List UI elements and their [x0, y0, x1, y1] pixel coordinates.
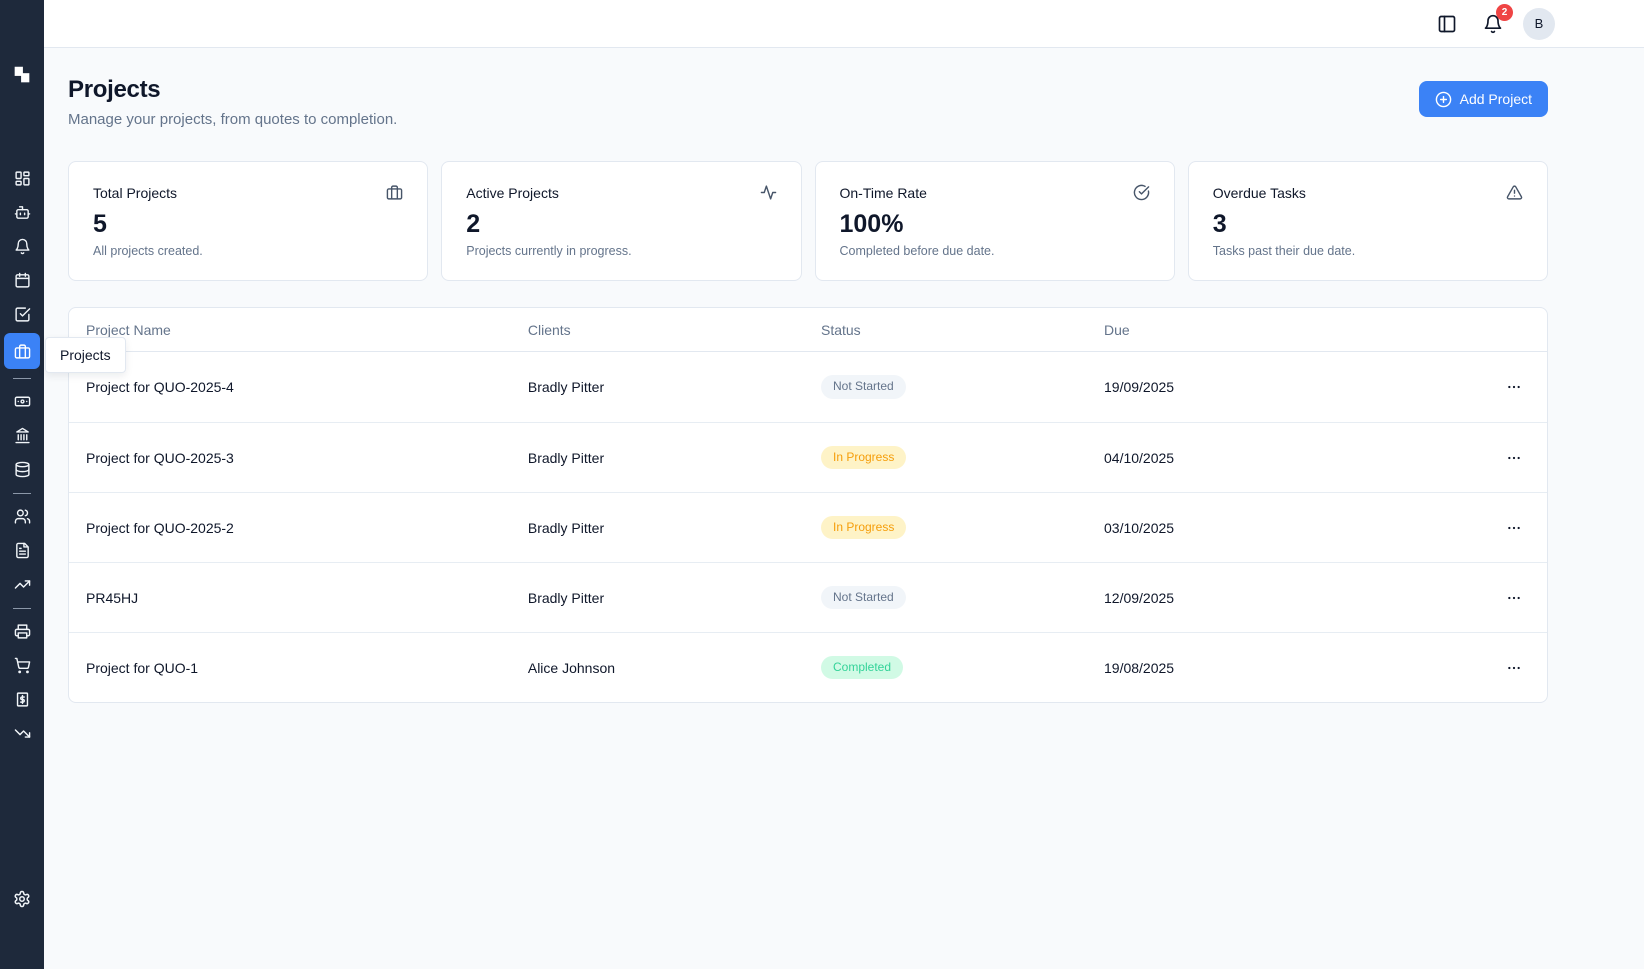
- column-header-due: Due: [1104, 322, 1474, 338]
- status-badge: Completed: [821, 656, 903, 680]
- stat-card-value: 5: [93, 210, 403, 239]
- circle-check-icon: [1133, 184, 1150, 201]
- stat-card-value: 3: [1213, 210, 1523, 239]
- project-name-cell: Project for QUO-2025-4: [86, 379, 528, 395]
- due-date-cell: 12/09/2025: [1104, 590, 1474, 606]
- sidebar: [0, 0, 44, 969]
- stat-card-label: On-Time Rate: [840, 185, 927, 201]
- sidebar-item-payments[interactable]: [6, 386, 38, 416]
- table-row[interactable]: Project for QUO-1 Alice Johnson Complete…: [69, 632, 1547, 702]
- user-avatar[interactable]: B: [1523, 8, 1555, 40]
- settings-icon[interactable]: [6, 883, 38, 915]
- status-badge: In Progress: [821, 516, 906, 540]
- briefcase-icon: [386, 184, 403, 201]
- row-actions-ellipsis-icon[interactable]: [1498, 652, 1530, 684]
- sidebar-item-reports[interactable]: [6, 569, 38, 599]
- sidebar-item-notifications[interactable]: [6, 231, 38, 261]
- column-header-project-name: Project Name: [86, 322, 528, 338]
- page-header: Projects Manage your projects, from quot…: [68, 76, 1548, 128]
- main-content: Projects Manage your projects, from quot…: [44, 48, 1644, 703]
- sidebar-item-projects[interactable]: [4, 333, 40, 369]
- notification-count-badge: 2: [1496, 4, 1513, 21]
- table-row[interactable]: Project for QUO-2025-2 Bradly Pitter In …: [69, 492, 1547, 562]
- column-header-clients: Clients: [528, 322, 821, 338]
- add-project-button[interactable]: Add Project: [1419, 81, 1548, 117]
- table-row[interactable]: Project for QUO-2025-3 Bradly Pitter In …: [69, 422, 1547, 492]
- sidebar-tooltip: Projects: [45, 337, 126, 373]
- stat-card-description: Completed before due date.: [840, 244, 1150, 258]
- column-header-status: Status: [821, 322, 1104, 338]
- project-name-cell: PR45HJ: [86, 590, 528, 606]
- sidebar-item-data[interactable]: [6, 454, 38, 484]
- client-cell: Bradly Pitter: [528, 520, 821, 536]
- activity-icon: [760, 184, 777, 201]
- stat-card-value: 2: [466, 210, 776, 239]
- stat-card: Active Projects 2 Projects currently in …: [441, 161, 801, 281]
- sidebar-nav: [4, 163, 40, 752]
- page-subtitle: Manage your projects, from quotes to com…: [68, 111, 397, 128]
- due-date-cell: 19/08/2025: [1104, 660, 1474, 676]
- stats-cards: Total Projects 5 All projects created. A…: [68, 161, 1548, 281]
- client-cell: Bradly Pitter: [528, 379, 821, 395]
- client-cell: Alice Johnson: [528, 660, 821, 676]
- panel-toggle-icon[interactable]: [1431, 8, 1463, 40]
- stat-card-description: All projects created.: [93, 244, 403, 258]
- sidebar-item-clients[interactable]: [6, 501, 38, 531]
- sidebar-divider: [13, 378, 31, 379]
- stat-card-label: Active Projects: [466, 185, 559, 201]
- due-date-cell: 04/10/2025: [1104, 450, 1474, 466]
- sidebar-item-suppliers[interactable]: [6, 616, 38, 646]
- status-badge: Not Started: [821, 375, 906, 399]
- add-project-label: Add Project: [1460, 91, 1532, 107]
- alert-triangle-icon: [1506, 184, 1523, 201]
- due-date-cell: 19/09/2025: [1104, 379, 1474, 395]
- sidebar-item-purchases[interactable]: [6, 650, 38, 680]
- stat-card-description: Tasks past their due date.: [1213, 244, 1523, 258]
- due-date-cell: 03/10/2025: [1104, 520, 1474, 536]
- row-actions-ellipsis-icon[interactable]: [1498, 442, 1530, 474]
- table-header-row: Project Name Clients Status Due: [69, 308, 1547, 352]
- sidebar-item-bank[interactable]: [6, 420, 38, 450]
- page-title: Projects: [68, 76, 397, 104]
- project-name-cell: Project for QUO-2025-2: [86, 520, 528, 536]
- sidebar-item-tasks[interactable]: [6, 299, 38, 329]
- client-cell: Bradly Pitter: [528, 590, 821, 606]
- sidebar-item-calendar[interactable]: [6, 265, 38, 295]
- table-row[interactable]: Project for QUO-2025-4 Bradly Pitter Not…: [69, 352, 1547, 422]
- stat-card-description: Projects currently in progress.: [466, 244, 776, 258]
- app-logo-icon: [11, 64, 33, 86]
- stat-card: Overdue Tasks 3 Tasks past their due dat…: [1188, 161, 1548, 281]
- sidebar-item-documents[interactable]: [6, 535, 38, 565]
- sidebar-item-dashboard[interactable]: [6, 163, 38, 193]
- circle-plus-icon: [1435, 91, 1452, 108]
- stat-card: Total Projects 5 All projects created.: [68, 161, 428, 281]
- status-badge: In Progress: [821, 446, 906, 470]
- topbar: 2 B: [44, 0, 1644, 48]
- row-actions-ellipsis-icon[interactable]: [1498, 512, 1530, 544]
- stat-card-label: Total Projects: [93, 185, 177, 201]
- sidebar-divider: [13, 608, 31, 609]
- stat-card: On-Time Rate 100% Completed before due d…: [815, 161, 1175, 281]
- sidebar-item-costs[interactable]: [6, 718, 38, 748]
- table-row[interactable]: PR45HJ Bradly Pitter Not Started 12/09/2…: [69, 562, 1547, 632]
- stat-card-label: Overdue Tasks: [1213, 185, 1306, 201]
- sidebar-item-assistant[interactable]: [6, 197, 38, 227]
- sidebar-divider: [13, 493, 31, 494]
- project-name-cell: Project for QUO-2025-3: [86, 450, 528, 466]
- sidebar-item-expenses[interactable]: [6, 684, 38, 714]
- notifications-bell-icon[interactable]: 2: [1477, 8, 1509, 40]
- projects-table: Project Name Clients Status Due Project …: [68, 307, 1548, 703]
- client-cell: Bradly Pitter: [528, 450, 821, 466]
- status-badge: Not Started: [821, 586, 906, 610]
- row-actions-ellipsis-icon[interactable]: [1498, 582, 1530, 614]
- stat-card-value: 100%: [840, 210, 1150, 239]
- project-name-cell: Project for QUO-1: [86, 660, 528, 676]
- row-actions-ellipsis-icon[interactable]: [1498, 371, 1530, 403]
